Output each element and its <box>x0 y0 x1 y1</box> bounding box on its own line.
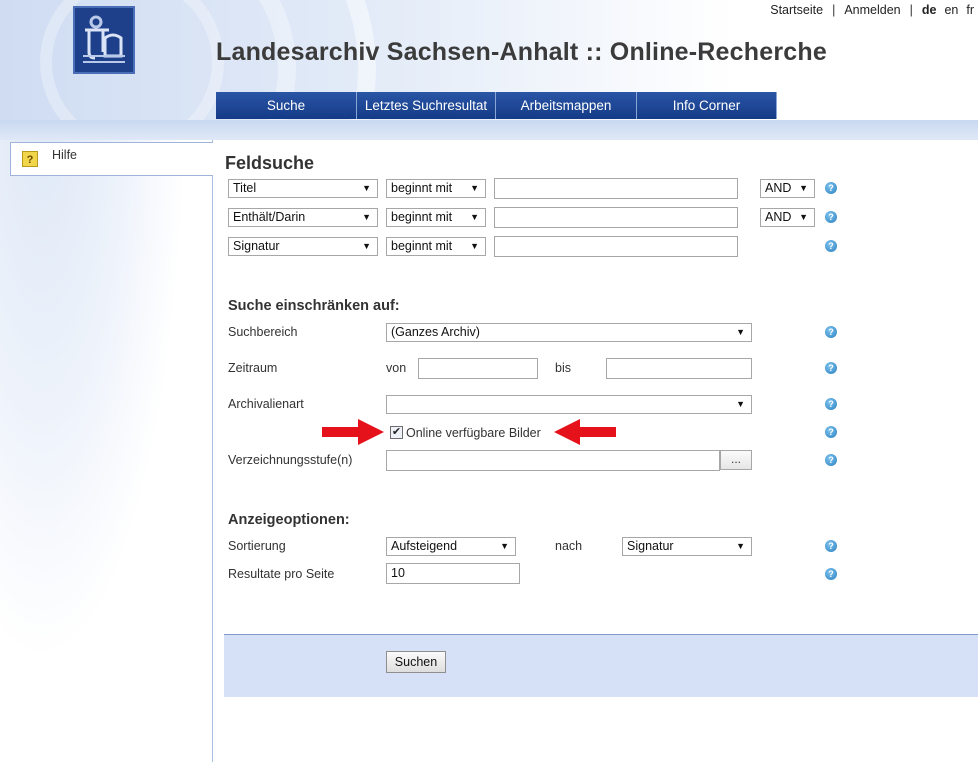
sort-order-select-value: Aufsteigend <box>391 539 458 553</box>
archive-type-select[interactable]: ▼ <box>386 395 752 414</box>
help-icon[interactable]: ? <box>825 540 837 552</box>
search-value-input-3[interactable] <box>494 236 738 257</box>
lang-fr-link[interactable]: fr <box>966 3 974 17</box>
chevron-down-icon: ▼ <box>736 399 745 409</box>
chevron-down-icon: ▼ <box>362 241 371 251</box>
tab-letztes-suchresultat[interactable]: Letztes Suchresultat <box>357 92 496 119</box>
form-footer: Suchen <box>224 634 978 697</box>
chevron-down-icon: ▼ <box>500 541 509 551</box>
chevron-down-icon: ▼ <box>362 183 371 193</box>
field-select-1[interactable]: Titel ▼ <box>228 179 378 198</box>
sort-by-label: nach <box>555 539 583 553</box>
sort-label: Sortierung <box>228 539 286 553</box>
scope-select[interactable]: (Ganzes Archiv) ▼ <box>386 323 752 342</box>
page-title: Landesarchiv Sachsen-Anhalt :: Online-Re… <box>216 38 827 66</box>
chevron-down-icon: ▼ <box>362 212 371 222</box>
archive-type-label: Archivalienart <box>228 397 304 411</box>
tab-arbeitsmappen[interactable]: Arbeitsmappen <box>496 92 637 119</box>
chevron-down-icon: ▼ <box>470 241 479 251</box>
sidebar-item-help[interactable]: ? Hilfe <box>10 142 213 176</box>
operator-select-1[interactable]: beginnt mit ▼ <box>386 179 486 198</box>
header: Startseite | Anmelden | de en fr Landesarchiv … <box>0 0 978 120</box>
level-label: Verzeichnungsstufe(n) <box>228 453 353 467</box>
red-arrow-left-icon <box>554 419 616 445</box>
separator: | <box>909 3 913 17</box>
help-icon[interactable]: ? <box>825 211 837 223</box>
scope-select-value: (Ganzes Archiv) <box>391 325 480 339</box>
login-link[interactable]: Anmelden <box>844 3 900 17</box>
logic-select-value: AND <box>765 210 792 224</box>
chevron-down-icon: ▼ <box>470 183 479 193</box>
search-value-input-2[interactable] <box>494 207 738 228</box>
operator-select-value: beginnt mit <box>391 239 453 253</box>
sidebar: ? Hilfe <box>0 140 213 762</box>
field-select-value: Titel <box>233 181 257 195</box>
level-input[interactable] <box>386 450 720 471</box>
help-icon[interactable]: ? <box>825 326 837 338</box>
to-label: bis <box>555 361 571 375</box>
operator-select-value: beginnt mit <box>391 181 453 195</box>
sort-field-select-value: Signatur <box>627 539 674 553</box>
help-icon[interactable]: ? <box>825 240 837 252</box>
chevron-down-icon: ▼ <box>736 541 745 551</box>
home-link[interactable]: Startseite <box>770 3 823 17</box>
chevron-down-icon: ▼ <box>470 212 479 222</box>
tab-info-corner[interactable]: Info Corner <box>637 92 777 119</box>
online-images-checkbox[interactable]: ✔ <box>390 426 403 439</box>
help-icon[interactable]: ? <box>825 454 837 466</box>
level-picker-button[interactable]: ... <box>720 450 752 470</box>
sidebar-item-label: Hilfe <box>52 148 78 162</box>
field-select-2[interactable]: Enthält/Darin ▼ <box>228 208 378 227</box>
help-icon[interactable]: ? <box>825 398 837 410</box>
chevron-down-icon: ▼ <box>736 327 745 337</box>
operator-select-value: beginnt mit <box>391 210 453 224</box>
display-options-heading: Anzeigeoptionen: <box>228 512 350 528</box>
scope-label: Suchbereich <box>228 325 298 339</box>
help-icon[interactable]: ? <box>825 426 837 438</box>
chevron-down-icon: ▼ <box>799 183 808 193</box>
restrict-heading: Suche einschränken auf: <box>228 298 400 314</box>
main-content: Feldsuche Titel ▼ beginnt mit ▼ AND ▼ ? … <box>214 140 978 762</box>
operator-select-2[interactable]: beginnt mit ▼ <box>386 208 486 227</box>
online-images-label: Online verfügbare Bilder <box>406 426 541 440</box>
search-button[interactable]: Suchen <box>386 651 446 673</box>
period-to-input[interactable] <box>606 358 752 379</box>
from-label: von <box>386 361 407 375</box>
search-value-input-1[interactable] <box>494 178 738 199</box>
top-links: Startseite | Anmelden | de en fr <box>766 3 978 17</box>
logo-glyph-icon <box>83 15 125 63</box>
lang-de-link[interactable]: de <box>922 3 937 17</box>
form-title: Feldsuche <box>225 153 315 173</box>
help-icon[interactable]: ? <box>825 362 837 374</box>
archive-logo[interactable] <box>73 6 135 74</box>
field-select-value: Signatur <box>233 239 280 253</box>
chevron-down-icon: ▼ <box>799 212 808 222</box>
logic-select-2[interactable]: AND ▼ <box>760 208 815 227</box>
logic-select-value: AND <box>765 181 792 195</box>
field-select-value: Enthält/Darin <box>233 210 306 224</box>
sort-order-select[interactable]: Aufsteigend ▼ <box>386 537 516 556</box>
logic-select-1[interactable]: AND ▼ <box>760 179 815 198</box>
help-icon[interactable]: ? <box>825 568 837 580</box>
tab-suche[interactable]: Suche <box>216 92 357 119</box>
field-select-3[interactable]: Signatur ▼ <box>228 237 378 256</box>
red-arrow-right-icon <box>322 419 384 445</box>
period-label: Zeitraum <box>228 361 278 375</box>
operator-select-3[interactable]: beginnt mit ▼ <box>386 237 486 256</box>
help-icon: ? <box>22 151 38 167</box>
separator: | <box>832 3 836 17</box>
sort-field-select[interactable]: Signatur ▼ <box>622 537 752 556</box>
results-per-page-label: Resultate pro Seite <box>228 567 335 581</box>
lang-en-link[interactable]: en <box>944 3 958 17</box>
period-from-input[interactable] <box>418 358 538 379</box>
main-nav: Suche Letztes Suchresultat Arbeitsmappen… <box>216 92 777 119</box>
results-per-page-input[interactable]: 10 <box>386 563 520 584</box>
header-band <box>0 120 978 140</box>
help-icon[interactable]: ? <box>825 182 837 194</box>
